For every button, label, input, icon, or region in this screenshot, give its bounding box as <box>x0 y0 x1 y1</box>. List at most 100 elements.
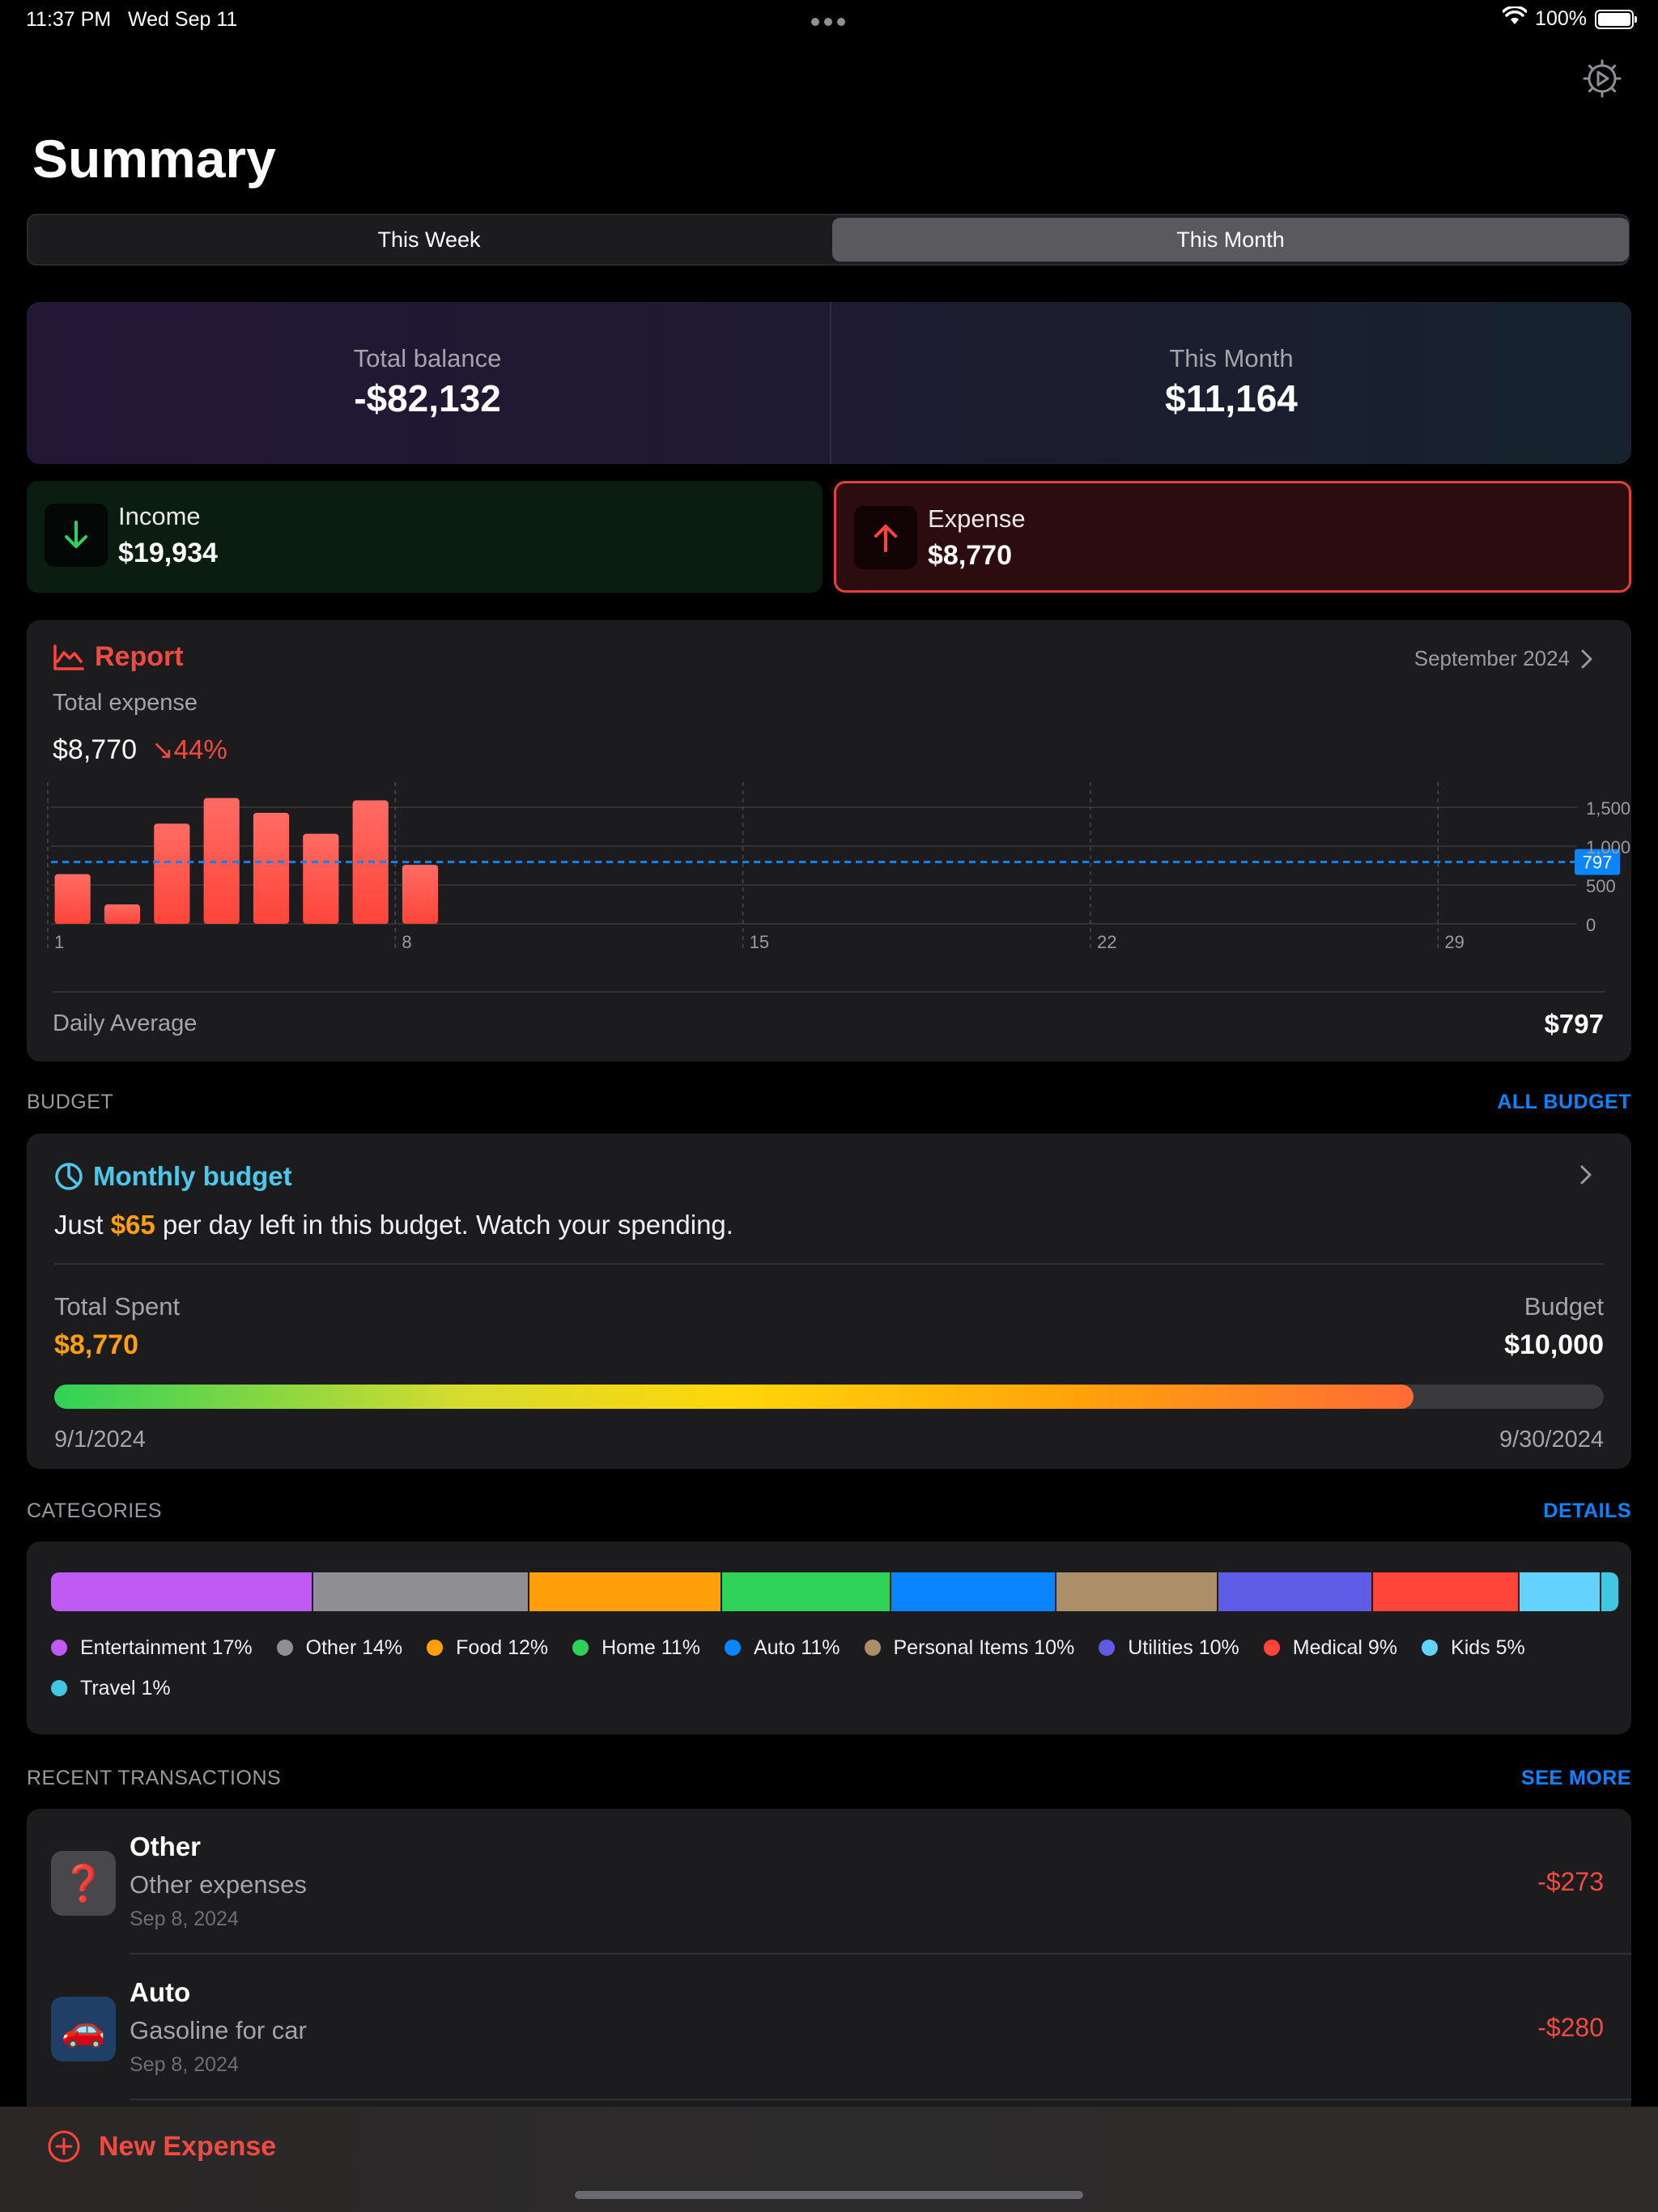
legend-item-kids: Kids 5% <box>1422 1636 1525 1660</box>
legend-item-medical: Medical 9% <box>1263 1636 1398 1660</box>
legend-item-entertainment: Entertainment 17% <box>51 1636 253 1660</box>
legend-item-other: Other 14% <box>276 1636 403 1660</box>
transaction-date: Sep 8, 2024 <box>130 1908 239 1930</box>
expense-bar <box>54 874 91 924</box>
legend-dot <box>864 1640 881 1656</box>
budget-section-title: BUDGET <box>27 1091 114 1113</box>
car-icon: 🚗 <box>51 1997 116 2061</box>
transaction-title: Auto <box>130 1977 191 2007</box>
home-indicator[interactable] <box>575 2191 1083 2199</box>
new-expense-button[interactable]: New Expense <box>47 2129 276 2163</box>
budget-card[interactable]: Monthly budget Just $65 per day left in … <box>27 1134 1631 1469</box>
budget-progress-fill <box>54 1385 1414 1409</box>
chevron-right-icon[interactable] <box>1579 1164 1592 1189</box>
budget-start-date: 9/1/2024 <box>54 1427 146 1453</box>
report-divider <box>53 991 1605 993</box>
multitasking-dots-icon[interactable] <box>810 10 847 33</box>
category-segment-personal-items <box>1056 1572 1219 1611</box>
legend-item-travel: Travel 1% <box>51 1676 171 1700</box>
period-segmented-control[interactable]: This Week This Month <box>27 214 1630 266</box>
all-budget-link[interactable]: ALL BUDGET <box>1497 1091 1631 1114</box>
expense-bar-chart: 05001,0001,5001 8 15 22 29797 <box>47 782 1630 952</box>
income-value: $19,934 <box>118 538 218 568</box>
segment-this-month[interactable]: This Month <box>832 218 1629 262</box>
legend-label: Other 14% <box>305 1636 403 1659</box>
battery-percent: 100% <box>1535 7 1587 30</box>
budget-msg-pre: Just <box>54 1210 111 1240</box>
x-tick-label: 8 <box>402 932 411 952</box>
legend-label: Kids 5% <box>1451 1636 1525 1659</box>
expense-bar <box>154 823 190 924</box>
budget-end-date: 9/30/2024 <box>1499 1427 1604 1453</box>
report-subtitle: Total expense <box>53 690 198 716</box>
y-tick-label: 1,500 <box>1586 798 1630 819</box>
categories-card[interactable]: Entertainment 17% Other 14% Food 12% Home 1… <box>27 1542 1631 1734</box>
total-balance: Total balance -$82,132 <box>27 302 828 464</box>
wifi-icon <box>1502 5 1528 32</box>
legend-dot <box>724 1640 741 1656</box>
transaction-row[interactable]: 🚗 Auto Gasoline for car Sep 8, 2024 -$28… <box>27 1955 1631 2100</box>
expense-card[interactable]: Expense $8,770 <box>834 481 1631 593</box>
total-balance-label: Total balance <box>353 344 502 372</box>
report-change-value: 44% <box>173 734 227 764</box>
chart-line-icon <box>53 644 84 670</box>
budget-title: Monthly budget <box>93 1161 292 1191</box>
transaction-amount: -$273 <box>1537 1867 1604 1896</box>
expense-value: $8,770 <box>928 540 1012 571</box>
see-more-link[interactable]: SEE MORE <box>1521 1767 1631 1790</box>
daily-average-label: Daily Average <box>53 1010 198 1036</box>
arrow-down-icon <box>45 504 108 567</box>
y-tick-label: 0 <box>1586 915 1596 935</box>
arrow-up-icon <box>854 506 917 569</box>
average-badge-label: 797 <box>1583 853 1613 873</box>
total-spent-label: Total Spent <box>54 1292 181 1321</box>
status-time-date: 11:37 PM Wed Sep 11 <box>26 8 237 32</box>
transaction-description: Other expenses <box>130 1870 307 1899</box>
month-balance: This Month $11,164 <box>830 302 1631 464</box>
report-total-value: $8,770 <box>53 734 137 765</box>
status-time: 11:37 PM <box>26 8 112 31</box>
new-expense-label: New Expense <box>99 2130 277 2162</box>
legend-item-utilities: Utilities 10% <box>1099 1636 1239 1660</box>
legend-item-personal-items: Personal Items 10% <box>864 1636 1074 1660</box>
report-card[interactable]: Report September 2024 Total expense $8,7… <box>27 620 1631 1061</box>
transaction-row[interactable]: ❓ Other Other expenses Sep 8, 2024 -$273 <box>27 1809 1631 1955</box>
legend-label: Auto 11% <box>753 1636 840 1659</box>
trend-down-icon: ↘ <box>151 734 174 764</box>
gear-icon <box>1583 59 1622 98</box>
report-header: Report <box>53 641 184 673</box>
details-link[interactable]: DETAILS <box>1543 1499 1631 1523</box>
balance-card: Total balance -$82,132 This Month $11,16… <box>27 302 1631 464</box>
category-segment-travel <box>1601 1572 1618 1611</box>
total-spent-value: $8,770 <box>54 1329 138 1360</box>
status-right: 100% <box>1502 5 1637 32</box>
budget-message: Just $65 per day left in this budget. Wa… <box>54 1210 733 1240</box>
total-balance-value: -$82,132 <box>354 377 501 419</box>
category-segment-home <box>721 1572 892 1611</box>
daily-average-value: $797 <box>1544 1009 1604 1039</box>
segment-this-week[interactable]: This Week <box>31 218 827 262</box>
income-card[interactable]: Income $19,934 <box>27 481 823 593</box>
legend-dot <box>1099 1640 1116 1656</box>
category-segment-utilities <box>1218 1572 1373 1611</box>
settings-button[interactable] <box>1580 57 1624 100</box>
report-month-picker[interactable]: September 2024 <box>1414 646 1592 671</box>
budget-limit-label: Budget <box>1524 1292 1604 1321</box>
legend-item-food: Food 12% <box>427 1636 548 1660</box>
month-balance-label: This Month <box>1169 344 1294 372</box>
legend-label: Medical 9% <box>1292 1636 1398 1659</box>
category-segment-auto <box>891 1572 1057 1611</box>
category-legend: Entertainment 17% Other 14% Food 12% Home 1… <box>51 1636 1589 1700</box>
expense-bar <box>104 904 141 924</box>
legend-dot <box>427 1640 444 1656</box>
expense-bar <box>402 865 439 924</box>
plus-circle-icon <box>48 2130 80 2163</box>
budget-daily-amount: $65 <box>110 1210 155 1240</box>
question-mark-icon: ❓ <box>51 1851 116 1916</box>
report-month-label: September 2024 <box>1414 646 1570 670</box>
report-change: ↘44% <box>151 734 227 765</box>
chevron-right-icon <box>1581 649 1592 668</box>
legend-dot <box>51 1680 67 1696</box>
category-segment-other <box>312 1572 529 1611</box>
category-segment-kids <box>1519 1572 1601 1611</box>
